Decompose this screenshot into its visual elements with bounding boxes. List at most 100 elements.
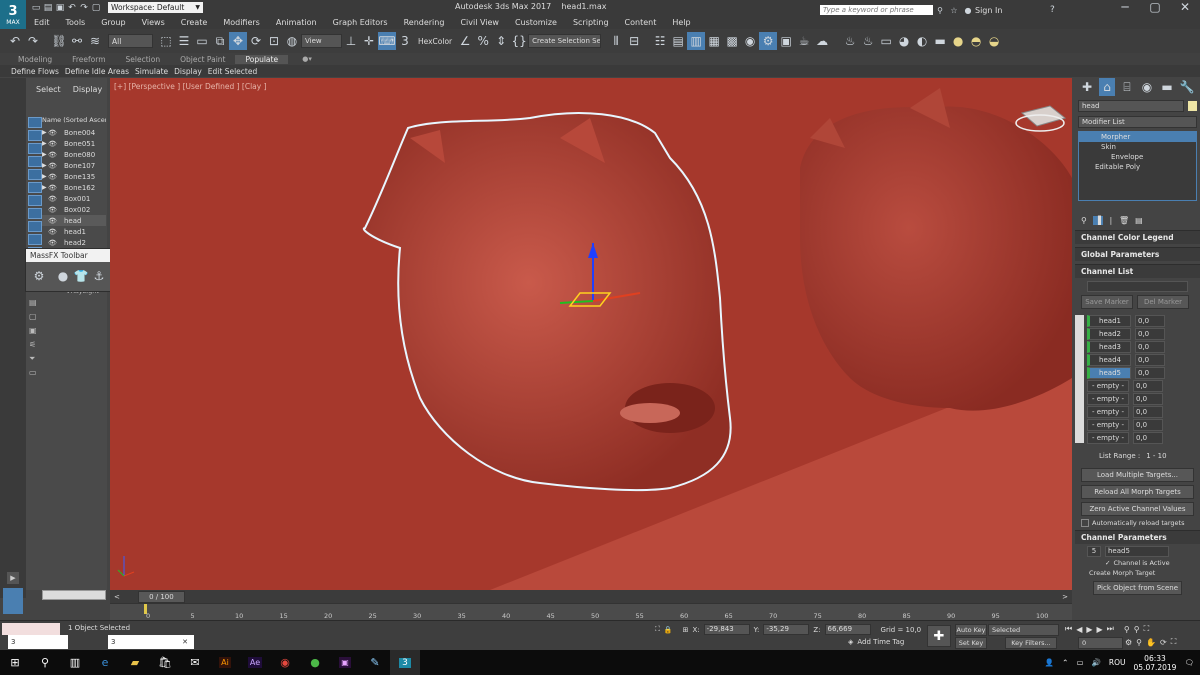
- app-logo[interactable]: 3 MAX: [0, 0, 26, 29]
- file-explorer-icon[interactable]: ▰: [120, 650, 150, 675]
- people-icon[interactable]: 👤: [1045, 658, 1054, 667]
- channel-name[interactable]: - empty -: [1087, 432, 1129, 444]
- place-icon[interactable]: ◍: [283, 32, 301, 50]
- go-to-start-icon[interactable]: ⏮: [1065, 624, 1072, 634]
- tab-selection[interactable]: Selection: [116, 55, 171, 64]
- filter-xrefs-icon[interactable]: [28, 208, 42, 219]
- expand-arrow-icon[interactable]: ▶: [7, 572, 19, 584]
- channel-row[interactable]: head1 0,0: [1087, 315, 1200, 327]
- channel-row[interactable]: - empty - 0,0: [1087, 406, 1200, 418]
- eye-icon[interactable]: 👁: [48, 129, 64, 137]
- menu-scripting[interactable]: Scripting: [565, 18, 617, 27]
- reload-all-targets-button[interactable]: Reload All Morph Targets: [1081, 485, 1194, 499]
- render-icon[interactable]: ☕: [795, 32, 813, 50]
- close-icon[interactable]: ✕: [1170, 0, 1200, 14]
- upwork-icon[interactable]: ●: [300, 650, 330, 675]
- key-filters-button[interactable]: Key Filters...: [1005, 637, 1057, 649]
- filter-icon[interactable]: ⚟: [29, 338, 37, 352]
- hexcolor-label[interactable]: HexColor: [418, 37, 452, 46]
- menu-edit[interactable]: Edit: [26, 18, 58, 27]
- window-icon[interactable]: ▭: [29, 366, 37, 380]
- align-icon[interactable]: ⊟: [625, 32, 643, 50]
- rendered-frame-icon[interactable]: ▣: [777, 32, 795, 50]
- zoom-icon[interactable]: ⚲: [1124, 625, 1130, 634]
- eye-icon[interactable]: 👁: [48, 228, 64, 236]
- channel-row[interactable]: head5 0,0: [1087, 367, 1200, 379]
- tab-modeling[interactable]: Modeling: [8, 55, 62, 64]
- previous-frame-icon[interactable]: ◀: [1076, 625, 1082, 634]
- ribbon-display[interactable]: Display: [171, 67, 205, 76]
- select-by-name-icon[interactable]: ☰: [175, 32, 193, 50]
- close-icon[interactable]: ✕: [182, 638, 188, 646]
- isolate-selection-icon[interactable]: ⛶: [655, 625, 660, 634]
- eye-icon[interactable]: 👁: [48, 239, 64, 247]
- channel-value[interactable]: 0,0: [1133, 419, 1163, 431]
- channel-name[interactable]: head2: [1087, 328, 1131, 340]
- channel-number-field[interactable]: 5: [1087, 546, 1101, 557]
- list-item[interactable]: 👁 Box002: [42, 204, 106, 215]
- channel-name[interactable]: head5: [1087, 367, 1131, 379]
- channel-row[interactable]: head3 0,0: [1087, 341, 1200, 353]
- object-name-field[interactable]: head: [1078, 100, 1185, 112]
- volume-icon[interactable]: 🔊: [1092, 658, 1101, 667]
- utilities-tab-icon[interactable]: 🔧: [1179, 78, 1195, 96]
- search-input[interactable]: Type a keyword or phrase: [820, 4, 933, 16]
- menu-content[interactable]: Content: [617, 18, 665, 27]
- menu-animation[interactable]: Animation: [268, 18, 325, 27]
- filter-lights-icon[interactable]: [28, 143, 42, 154]
- motion-tab-icon[interactable]: ◉: [1139, 78, 1155, 96]
- channel-row[interactable]: - empty - 0,0: [1087, 393, 1200, 405]
- menu-help[interactable]: Help: [664, 18, 698, 27]
- auto-reload-checkbox[interactable]: [1081, 519, 1089, 527]
- time-config-icon[interactable]: ⚙: [1125, 638, 1132, 647]
- orbit-icon[interactable]: ⟳: [1160, 638, 1167, 647]
- time-slider-next-icon[interactable]: >: [1062, 593, 1068, 601]
- toggle-ribbon-icon[interactable]: ▥: [687, 32, 706, 50]
- select-object-icon[interactable]: ⬚: [157, 32, 175, 50]
- channel-name[interactable]: head4: [1087, 354, 1131, 366]
- mirror-icon[interactable]: ⫴: [607, 32, 625, 50]
- marker-dropdown[interactable]: [1087, 281, 1188, 292]
- y-coordinate-field[interactable]: -35,29: [763, 624, 810, 635]
- next-frame-icon[interactable]: ▶: [1097, 625, 1103, 634]
- set-key-big-button[interactable]: ✚: [927, 625, 951, 647]
- list-item[interactable]: ▶ 👁 Bone107: [42, 160, 106, 171]
- named-selection-dropdown[interactable]: Create Selection Se: [528, 34, 602, 48]
- tab-populate[interactable]: Populate: [235, 54, 289, 64]
- after-effects-icon[interactable]: Ae: [240, 650, 270, 675]
- filter-containers-icon[interactable]: [28, 234, 42, 245]
- eye-icon[interactable]: 👁: [48, 206, 64, 214]
- notifications-icon[interactable]: 🗨: [1184, 658, 1194, 667]
- channel-name[interactable]: - empty -: [1087, 380, 1129, 392]
- eye-icon[interactable]: 👁: [48, 151, 64, 159]
- taskbar-window-3dsmax-1[interactable]: 3: [8, 635, 68, 649]
- lock-selection-icon[interactable]: 🔒: [664, 626, 673, 634]
- layer-icon[interactable]: ▤: [29, 296, 37, 310]
- render-setup-icon[interactable]: ⚙: [759, 32, 778, 50]
- windows-start-icon[interactable]: ⊞: [0, 650, 30, 675]
- select-manipulate-icon[interactable]: ✛: [360, 32, 378, 50]
- mail-icon[interactable]: ✉: [180, 650, 210, 675]
- hierarchy-tab-icon[interactable]: ⌸: [1119, 78, 1135, 96]
- vray-plane-icon[interactable]: ▬: [931, 32, 949, 50]
- render-iterative-icon[interactable]: ♨: [859, 32, 877, 50]
- channel-row[interactable]: - empty - 0,0: [1087, 380, 1200, 392]
- maximize-icon[interactable]: ▢: [1140, 0, 1170, 14]
- vray-teapot-icon[interactable]: ●: [949, 32, 967, 50]
- channel-value[interactable]: 0,0: [1135, 367, 1165, 379]
- taskbar-window-3dsmax-2[interactable]: 3 ✕: [108, 635, 194, 649]
- viewport-layout-icon[interactable]: [3, 588, 23, 614]
- illustrator-icon[interactable]: Ai: [210, 650, 240, 675]
- list-item[interactable]: ▶ 👁 Bone135: [42, 171, 106, 182]
- schematic-view-icon[interactable]: ▩: [723, 32, 741, 50]
- play-icon[interactable]: ▶: [1086, 625, 1092, 634]
- zero-active-channels-button[interactable]: Zero Active Channel Values: [1081, 502, 1194, 516]
- channel-name[interactable]: head3: [1087, 341, 1131, 353]
- channel-name[interactable]: - empty -: [1087, 393, 1129, 405]
- zoom-all-icon[interactable]: ⚲: [1134, 625, 1140, 634]
- list-item[interactable]: 👁 Box001: [42, 193, 106, 204]
- eye-icon[interactable]: 👁: [48, 217, 64, 225]
- channel-value[interactable]: 0,0: [1135, 354, 1165, 366]
- configure-sets-icon[interactable]: ▤: [1135, 216, 1143, 225]
- tab-freeform[interactable]: Freeform: [62, 55, 115, 64]
